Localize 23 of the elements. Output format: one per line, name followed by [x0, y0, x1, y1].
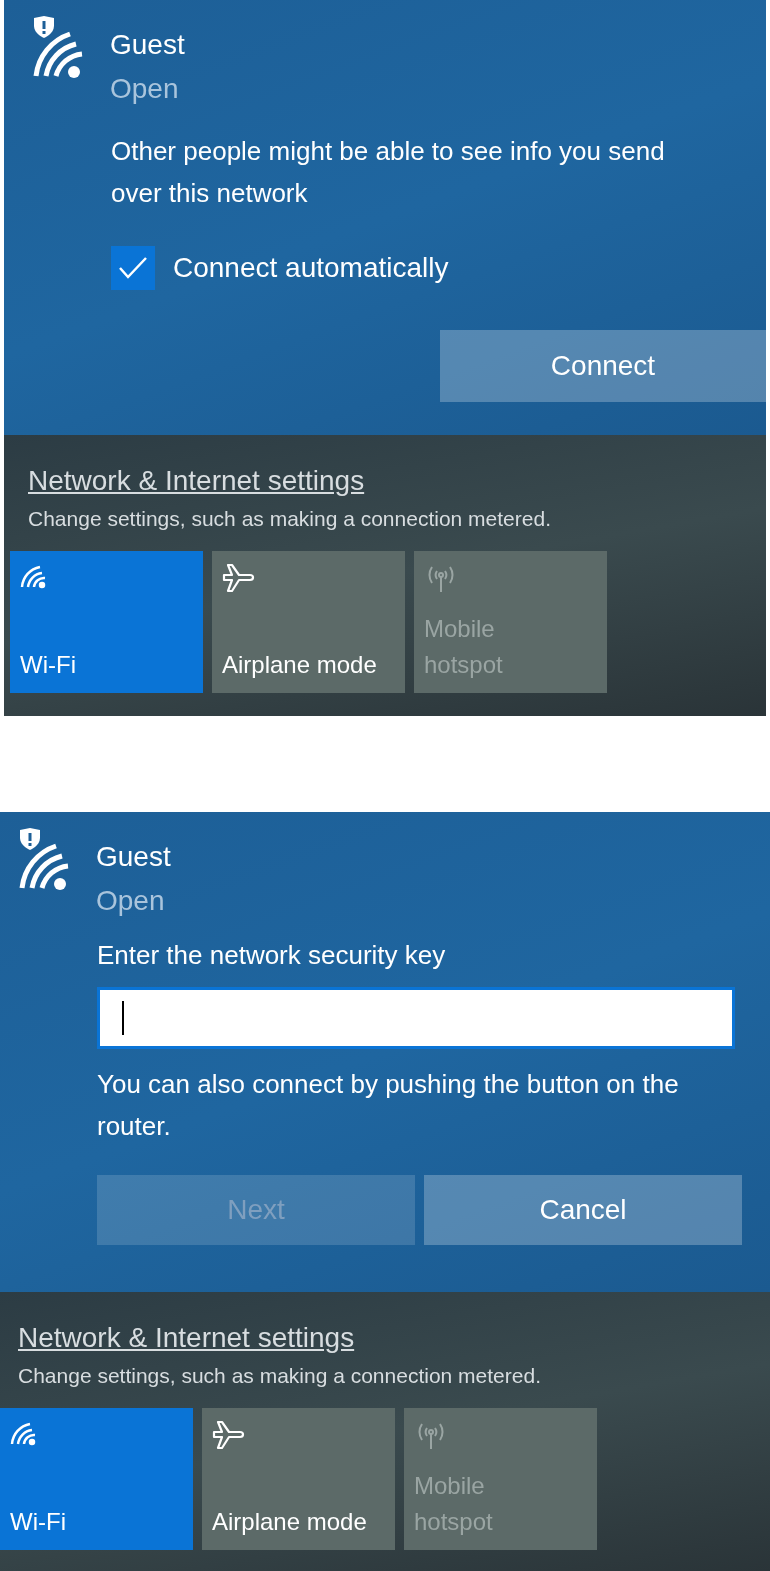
network-status: Open: [110, 72, 180, 106]
settings-description: Change settings, such as making a connection metered.: [28, 507, 552, 531]
network-status: Open: [96, 884, 166, 918]
field-label: Enter the network security key: [97, 940, 447, 971]
quick-action-tile[interactable]: Wi-Fi: [10, 551, 203, 693]
checkbox[interactable]: [111, 246, 155, 290]
quick-action-tile[interactable]: Airplane mode: [212, 551, 405, 693]
settings-description: Change settings, such as making a connection metered.: [18, 1364, 542, 1388]
info-text: Other people might be able to see info you send over this network: [111, 135, 666, 210]
info-text: You can also connect by pushing the button on the router.: [97, 1068, 680, 1143]
airplane-icon: [212, 1420, 246, 1450]
network-name: Guest: [96, 840, 171, 874]
connect-button[interactable]: Connect: [440, 330, 766, 402]
quick-action-tile[interactable]: Wi-Fi: [0, 1408, 193, 1550]
checkbox-label[interactable]: Connect automatically: [173, 252, 449, 284]
settings-link[interactable]: Network & Internet settings: [18, 1322, 355, 1354]
cancel-button[interactable]: Cancel: [424, 1175, 742, 1245]
settings-link[interactable]: Network & Internet settings: [28, 465, 365, 497]
check-icon: [118, 256, 148, 280]
airplane-icon: [222, 563, 256, 593]
quick-action-tile[interactable]: Airplane mode: [202, 1408, 395, 1550]
security-key-field[interactable]: [97, 987, 735, 1049]
network-name: Guest: [110, 28, 185, 62]
